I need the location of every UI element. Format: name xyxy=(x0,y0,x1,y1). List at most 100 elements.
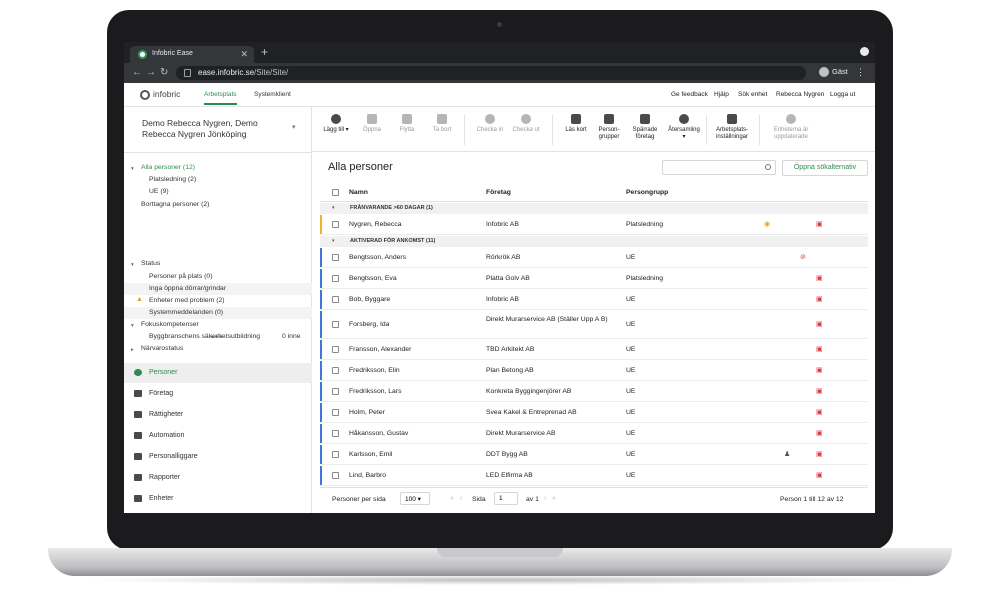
url-field[interactable]: ease.infobric.se/Site/Site/ xyxy=(176,66,806,80)
browser-tab[interactable]: Infobric Ease ✕ xyxy=(130,46,254,63)
row-checkbox[interactable] xyxy=(332,451,339,458)
toolbar-separator xyxy=(552,115,553,145)
row-status-bar xyxy=(320,445,322,464)
table-row[interactable]: Bengtsson, Anders Rörkrök AB UE ⊘ xyxy=(320,247,868,268)
tree-ue[interactable]: UE (9) xyxy=(149,188,169,195)
browser-menu-icon[interactable]: ⋮ xyxy=(856,67,865,78)
site-selector[interactable]: Demo Rebecca Nygren, Demo Rebecca Nygren… xyxy=(142,118,282,140)
blocked-companies-button[interactable]: Spärrade företag xyxy=(623,114,667,141)
column-name[interactable]: Namn xyxy=(349,189,368,196)
column-group[interactable]: Persongrupp xyxy=(626,189,668,196)
row-checkbox[interactable] xyxy=(332,321,339,328)
reload-icon[interactable]: ↻ xyxy=(160,67,168,78)
nav-automation[interactable]: Automation xyxy=(124,426,312,446)
page-label: Sida xyxy=(472,496,486,503)
caret-down-icon[interactable]: ▾ xyxy=(131,166,134,172)
table-row[interactable]: Fransson, Alexander TBD Arkitekt AB UE ▣ xyxy=(320,339,868,360)
window-close-icon[interactable] xyxy=(860,47,869,56)
brand-logo[interactable]: infobric xyxy=(140,89,180,100)
move-label: Flytta xyxy=(399,127,415,133)
laptop-shadow xyxy=(80,575,920,585)
table-row[interactable]: Bob, Byggare Infobric AB UE ▣ xyxy=(320,289,868,310)
table-row[interactable]: Lind, Barbro LED Elfirma AB UE ▣ xyxy=(320,465,868,486)
next-page-icon[interactable]: › xyxy=(544,495,546,502)
more-dots[interactable]: ••• xyxy=(211,332,223,342)
group-row-active[interactable]: ▾ AKTIVERAD FÖR ANKOMST (11) xyxy=(320,236,868,247)
group-row-absent[interactable]: ▾ FRÅNVARANDE >60 DAGAR (1) xyxy=(320,203,868,214)
status-persons-on-site[interactable]: Personer på plats (0) xyxy=(149,273,212,280)
profile-button[interactable]: Gäst xyxy=(819,67,848,78)
forward-icon[interactable]: → xyxy=(146,67,156,78)
prev-page-icon[interactable]: ‹ xyxy=(460,495,462,502)
status-system-messages[interactable]: Systemmeddelanden (0) xyxy=(149,309,223,316)
table-row[interactable]: Håkansson, Gustav Direkt Murarservice AB… xyxy=(320,423,868,444)
new-tab-icon[interactable]: + xyxy=(261,45,268,59)
status-heading[interactable]: Status xyxy=(141,260,160,267)
tree-all-persons[interactable]: Alla personer (12) xyxy=(141,164,195,171)
row-checkbox[interactable] xyxy=(332,367,339,374)
divider xyxy=(124,152,312,153)
table-row[interactable]: Forsberg, Ida Direkt Murarservice AB (St… xyxy=(320,310,868,339)
url-host: ease.infobric.se xyxy=(198,68,255,77)
last-page-icon[interactable]: » xyxy=(552,495,556,502)
focus-item[interactable]: Byggbranschens säkerhetsutbildning xyxy=(149,333,260,340)
tab-arbetsplats[interactable]: Arbetsplats xyxy=(204,91,237,105)
presence-heading[interactable]: Närvarostatus xyxy=(141,345,183,352)
feedback-link[interactable]: Ge feedback xyxy=(671,91,708,98)
nav-enheter[interactable]: Enheter xyxy=(124,489,312,509)
row-checkbox[interactable] xyxy=(332,388,339,395)
status-units-with-problems[interactable]: Enheter med problem (2) xyxy=(149,297,225,304)
chevron-down-icon[interactable]: ▾ xyxy=(292,123,296,131)
cell-group: UE xyxy=(626,472,636,479)
user-link[interactable]: Rebecca Nygren xyxy=(776,91,824,98)
table-row[interactable]: Bengtsson, Eva Platta Golv AB Platsledni… xyxy=(320,268,868,289)
tree-removed-persons[interactable]: Borttagna personer (2) xyxy=(141,201,209,208)
delete-button[interactable]: Ta bort xyxy=(420,114,464,134)
caret-down-icon[interactable]: ▾ xyxy=(131,323,134,329)
row-checkbox[interactable] xyxy=(332,296,339,303)
row-checkbox[interactable] xyxy=(332,275,339,282)
close-tab-icon[interactable]: ✕ xyxy=(240,49,248,60)
column-company[interactable]: Företag xyxy=(486,189,511,196)
row-checkbox[interactable] xyxy=(332,221,339,228)
row-checkbox[interactable] xyxy=(332,472,339,479)
table-row[interactable]: Karlsson, Emil DDT Bygg AB UE ♟ ▣ xyxy=(320,444,868,465)
no-entry-icon: ⊘ xyxy=(800,254,806,261)
logout-link[interactable]: Logga ut xyxy=(830,91,855,98)
table-row[interactable]: Fredriksson, Lars Konkreta Byggingenjöre… xyxy=(320,381,868,402)
status-open-doors[interactable]: Inga öppna dörrar/grindar xyxy=(149,285,226,292)
page-input[interactable]: 1 xyxy=(494,492,518,505)
advanced-search-button[interactable]: Öppna sökalternativ xyxy=(782,160,868,176)
caret-right-icon[interactable]: ▸ xyxy=(131,347,134,353)
toolbar-separator xyxy=(706,115,707,145)
tab-systemklient[interactable]: Systemklient xyxy=(254,91,291,98)
row-checkbox[interactable] xyxy=(332,430,339,437)
site-settings-button[interactable]: Arbetsplats-inställningar xyxy=(710,114,754,141)
search-unit-link[interactable]: Sök enhet xyxy=(738,91,767,98)
table-row[interactable]: Fredriksson, Elin Plan Betong AB UE ▣ xyxy=(320,360,868,381)
nav-rattigheter[interactable]: Rättigheter xyxy=(124,405,312,425)
nav-rapporter[interactable]: Rapporter xyxy=(124,468,312,488)
caret-down-icon[interactable]: ▾ xyxy=(131,262,134,268)
select-all-checkbox[interactable] xyxy=(332,189,339,196)
row-checkbox[interactable] xyxy=(332,409,339,416)
focus-heading[interactable]: Fokuskompetenser xyxy=(141,321,199,328)
units-updated-button[interactable]: Enheterna är uppdaterade xyxy=(764,114,818,141)
table-row[interactable]: Nygren, Rebecca Infobric AB Platsledning… xyxy=(320,214,868,235)
tab-title: Infobric Ease xyxy=(152,50,193,57)
first-page-icon[interactable]: « xyxy=(450,495,454,502)
help-link[interactable]: Hjälp xyxy=(714,91,729,98)
row-checkbox[interactable] xyxy=(332,346,339,353)
checkout-button[interactable]: Checka ut xyxy=(504,114,548,134)
gather-button[interactable]: Återsamling ▾ xyxy=(662,114,706,141)
tree-platsledning[interactable]: Platsledning (2) xyxy=(149,176,196,183)
nav-personalliggare[interactable]: Personalliggare xyxy=(124,447,312,467)
row-status-bar xyxy=(320,340,322,359)
row-checkbox[interactable] xyxy=(332,254,339,261)
back-icon[interactable]: ← xyxy=(132,67,142,78)
table-row[interactable]: Holm, Peter Svea Kakel & Entreprenad AB … xyxy=(320,402,868,423)
search-input[interactable] xyxy=(662,160,776,175)
nav-foretag[interactable]: Företag xyxy=(124,384,312,404)
nav-personer[interactable]: Personer xyxy=(124,363,312,383)
per-page-select[interactable]: 100 ▾ xyxy=(400,492,430,505)
